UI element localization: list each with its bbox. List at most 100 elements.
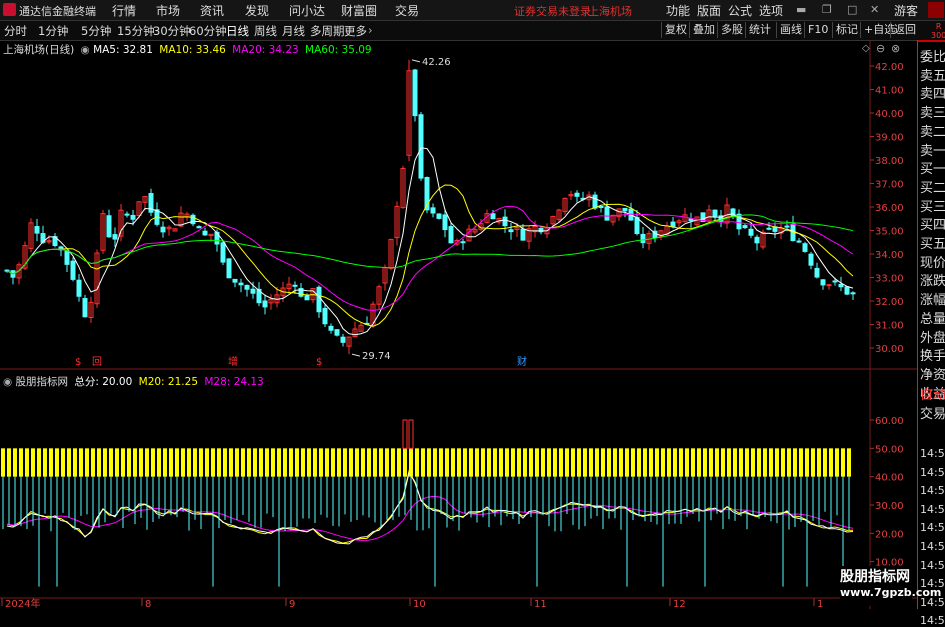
- sub-settings-icon[interactable]: ◉: [3, 376, 12, 388]
- period-5min[interactable]: 5分钟: [81, 23, 111, 39]
- period-30min[interactable]: 30分钟: [153, 23, 191, 39]
- menu-options[interactable]: 选项: [759, 2, 783, 19]
- candle-body: [190, 214, 196, 225]
- kline-chart[interactable]: 42.26 29.74 $ 回 增 $ 财 42.00 41.00 40.00 39.00 38.0…: [0, 40, 917, 609]
- score-bar: [145, 448, 149, 477]
- score-bar: [727, 448, 731, 477]
- score-bar: [655, 448, 659, 477]
- candle-body: [520, 228, 526, 241]
- period-weekly[interactable]: 周线: [254, 23, 277, 39]
- diamond-icon[interactable]: ◇: [862, 43, 870, 54]
- score-bar: [823, 448, 827, 477]
- score-bar: [769, 448, 773, 477]
- time-row: 14:56: [920, 484, 945, 498]
- side-sub-0[interactable]: 自动: [920, 384, 945, 403]
- time-row: 14:56: [920, 521, 945, 535]
- period-daily[interactable]: 日线: [226, 23, 249, 39]
- score-bar: [1, 448, 5, 477]
- period-1min[interactable]: 1分钟: [38, 23, 68, 39]
- period-monthly[interactable]: 月线: [282, 23, 305, 39]
- btn-mark[interactable]: 标记: [832, 22, 861, 38]
- score-bar: [643, 448, 647, 477]
- candle-body: [76, 279, 82, 297]
- close-icon[interactable]: ✕: [870, 3, 879, 16]
- score-bar: [745, 448, 749, 477]
- score-bar: [397, 448, 401, 477]
- period-15min[interactable]: 15分钟: [117, 23, 155, 39]
- candle-body: [490, 213, 496, 220]
- candle-body: [124, 213, 130, 216]
- score-bar: [577, 448, 581, 477]
- sub-tick-label: 20.00: [875, 529, 904, 540]
- score-bar: [511, 448, 515, 477]
- menu-item-quotes[interactable]: 行情: [112, 2, 136, 19]
- score-bar: [85, 448, 89, 477]
- btn-draw[interactable]: 画线: [776, 22, 805, 38]
- candle-body: [238, 282, 244, 286]
- score-bar: [835, 448, 839, 477]
- score-bar: [193, 448, 197, 477]
- sub-info-line: ◉ 股朋指标网 总分: 20.00 M20: 21.25 M28: 24.13: [3, 374, 264, 389]
- candle-body: [688, 218, 694, 222]
- menu-item-news[interactable]: 资讯: [200, 2, 224, 19]
- zoom-out-icon[interactable]: ⊖: [876, 42, 885, 55]
- period-more[interactable]: 更多: [344, 23, 367, 39]
- menu-item-wealth[interactable]: 财富圈: [341, 2, 377, 19]
- btn-adjust[interactable]: 复权: [661, 22, 690, 38]
- candle-body: [220, 242, 226, 263]
- more-arrow-icon[interactable]: ›: [368, 23, 373, 37]
- btn-f10[interactable]: F10: [804, 22, 831, 38]
- score-bar: [127, 448, 131, 477]
- menu-item-market[interactable]: 市场: [156, 2, 180, 19]
- score-bar: [31, 448, 35, 477]
- close-panel-icon[interactable]: ⊗: [891, 42, 900, 55]
- score-bar: [169, 448, 173, 477]
- btn-overlay[interactable]: 叠加: [689, 22, 718, 38]
- login-warning[interactable]: 证券交易未登录: [514, 3, 591, 19]
- score-bar: [445, 448, 449, 477]
- period-multi[interactable]: 多周期: [310, 23, 345, 39]
- menu-formula[interactable]: 公式: [728, 2, 752, 19]
- menu-item-trade[interactable]: 交易: [395, 2, 419, 19]
- side-sub-1[interactable]: 交易: [920, 403, 945, 422]
- btn-stats[interactable]: 统计: [745, 22, 774, 38]
- menu-function[interactable]: 功能: [666, 2, 690, 19]
- score-bar: [355, 448, 359, 477]
- period-60min[interactable]: 60分钟: [189, 23, 227, 39]
- watermark: 股朋指标网 www.7gpzb.com: [840, 566, 941, 606]
- score-bar: [43, 448, 47, 477]
- settings-icon[interactable]: ◉: [81, 44, 90, 56]
- score-bar: [7, 448, 11, 477]
- score-bar: [619, 448, 623, 477]
- guest-label[interactable]: 游客: [894, 2, 918, 19]
- score-bar: [649, 448, 653, 477]
- side-label-7: 买二: [920, 180, 945, 196]
- app-title: 通达信金融终端: [19, 5, 96, 18]
- score-bar: [481, 448, 485, 477]
- restore-icon[interactable]: ❐: [822, 3, 832, 16]
- sub-tick-label: 60.00: [875, 416, 904, 427]
- price-tick-label: 38.00: [875, 156, 904, 167]
- score-bar: [637, 448, 641, 477]
- menu-item-ask[interactable]: 问小达: [289, 2, 325, 19]
- r-badge-icon[interactable]: [928, 2, 944, 18]
- minimize-icon[interactable]: ▬: [796, 3, 806, 16]
- candle-body: [622, 207, 628, 212]
- period-toolbar: 分时 1分钟 5分钟 15分钟 30分钟 60分钟 日线 周线 月线 多周期 更…: [0, 21, 945, 41]
- btn-back[interactable]: 返回: [890, 22, 919, 38]
- menu-layout[interactable]: 版面: [697, 2, 721, 19]
- menu-item-discover[interactable]: 发现: [245, 2, 269, 19]
- maximize-icon[interactable]: □: [847, 3, 857, 16]
- score-bar: [541, 448, 545, 477]
- side-label-14: 总量: [920, 311, 945, 327]
- score-bar: [451, 448, 455, 477]
- app-logo-icon: [3, 3, 16, 16]
- period-intraday[interactable]: 分时: [4, 23, 27, 39]
- score-bar: [673, 448, 677, 477]
- side-label-3: 卖三: [920, 106, 945, 122]
- candle-body: [604, 206, 610, 221]
- candle-body: [808, 253, 814, 266]
- price-tick-label: 42.00: [875, 62, 904, 73]
- btn-multistock[interactable]: 多股: [717, 22, 746, 38]
- score-bar: [391, 448, 395, 477]
